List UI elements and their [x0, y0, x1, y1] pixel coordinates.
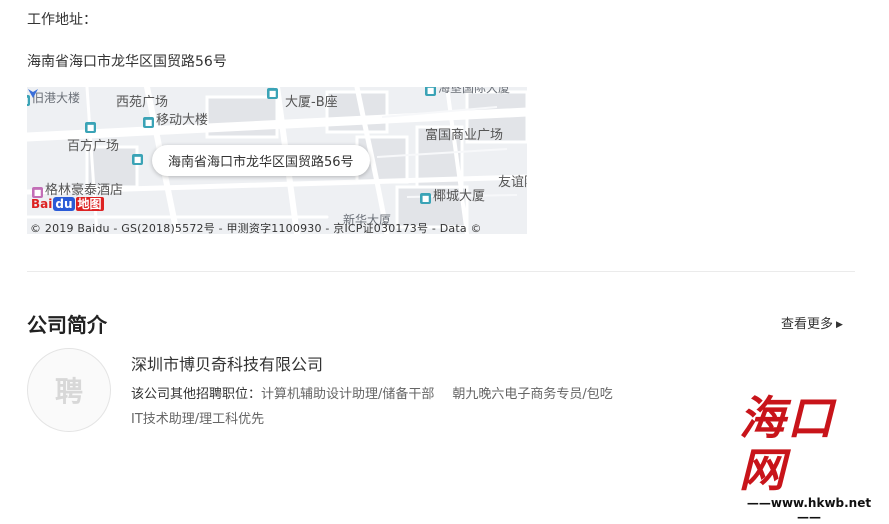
work-address-value: 海南省海口市龙华区国贸路56号	[27, 54, 227, 70]
poi-icon: ■	[420, 193, 431, 204]
site-watermark: 海口网 ——www.hkwb.net——	[739, 392, 879, 524]
poi-item: ■ 海垦国际大厦	[425, 87, 511, 96]
poi-item: 西苑广场	[116, 95, 169, 110]
baidu-map[interactable]: ■旧港大楼 西苑广场 ■ 大厦-B座 ■海垦国际大厦 ■移动大楼 ■ 富国商业广…	[27, 87, 527, 234]
jobs-prefix: 该公司其他招聘职位：	[131, 387, 262, 402]
section-divider	[27, 271, 855, 272]
poi-item: 富国商业广场	[425, 128, 504, 143]
poi-item: ■ 移动大楼	[143, 113, 209, 128]
job-link[interactable]: 朝九晚六电子商务专员/包吃	[452, 387, 612, 402]
poi-item: 友谊阳	[498, 175, 527, 190]
poi-icon: ■	[425, 87, 436, 96]
company-name[interactable]: 深圳市博贝奇科技有限公司	[131, 351, 323, 375]
watermark-logo-text: 海口网	[739, 391, 835, 497]
poi-item: 百方广场	[67, 139, 120, 154]
watermark-url: ——www.hkwb.net——	[746, 496, 872, 524]
job-link[interactable]: 计算机辅助设计助理/储备干部	[261, 387, 434, 402]
caret-right-icon: ▶	[836, 320, 843, 330]
poi-icon: ■	[132, 154, 143, 165]
poi-icon: ■	[267, 88, 278, 99]
poi-item: ■	[267, 87, 280, 99]
poi-icon: ■	[85, 122, 96, 133]
poi-item: ■	[132, 150, 145, 165]
work-address-label: 工作地址：	[27, 12, 97, 28]
baidu-map-logo: Bai du 地图	[31, 197, 104, 211]
poi-icon: ■	[143, 117, 154, 128]
location-marker-icon[interactable]	[27, 87, 39, 99]
view-more-link[interactable]: 查看更多 ▶	[781, 313, 843, 332]
poi-item: 大厦-B座	[285, 95, 338, 110]
map-copyright: © 2019 Baidu - GS(2018)5572号 - 甲测资字11009…	[30, 222, 482, 234]
poi-item: ■	[85, 118, 98, 133]
other-jobs: 该公司其他招聘职位：计算机辅助设计助理/储备干部 朝九晚六电子商务专员/包吃 IT…	[131, 382, 721, 432]
company-logo: 聘	[27, 348, 111, 432]
job-link[interactable]: IT技术助理/理工科优先	[131, 412, 264, 427]
poi-item: ■ 椰城大厦	[420, 189, 486, 204]
map-address-bubble[interactable]: 海南省海口市龙华区国贸路56号	[152, 145, 370, 176]
section-title: 公司简介	[27, 313, 107, 337]
